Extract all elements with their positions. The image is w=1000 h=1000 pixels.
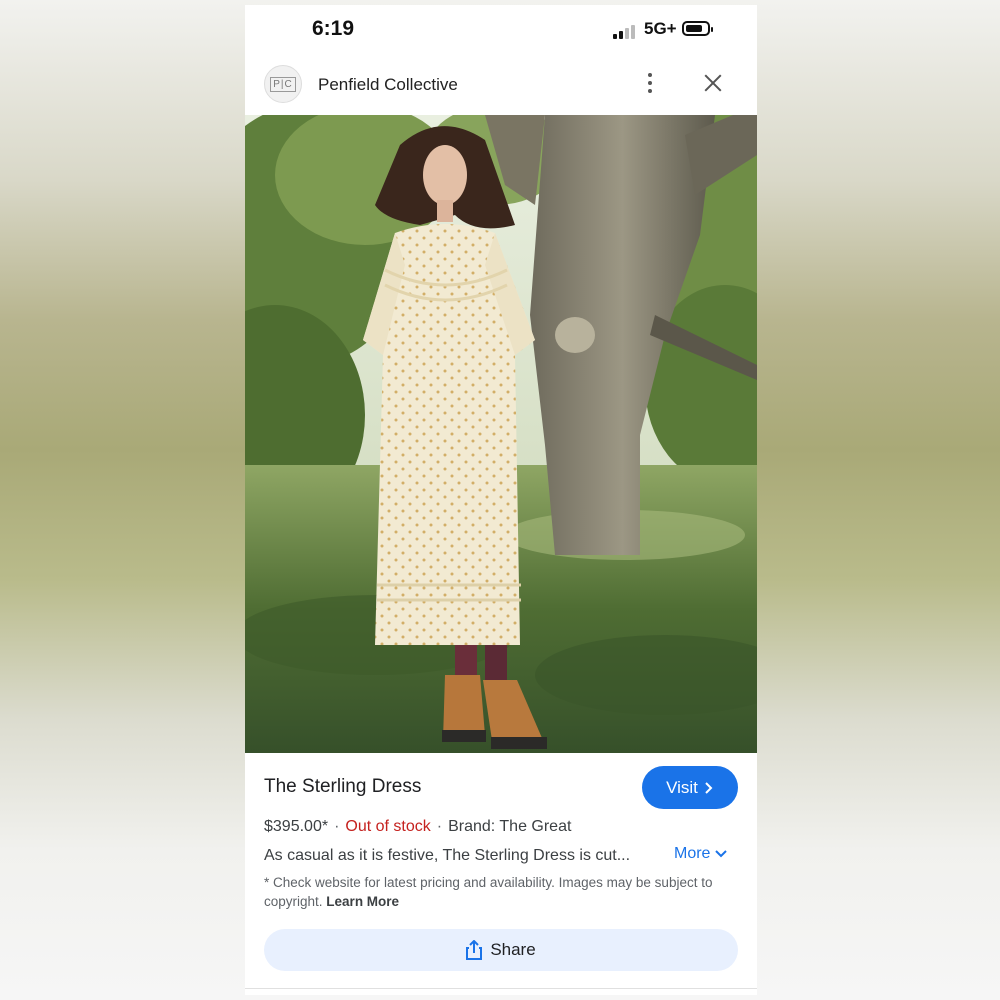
more-vert-icon[interactable] [643, 71, 657, 95]
stock-status: Out of stock [345, 818, 431, 835]
visit-button-label: Visit [666, 777, 698, 797]
site-logo[interactable]: P|C [264, 65, 302, 103]
background-blur-left [0, 0, 245, 1000]
more-label: More [674, 845, 711, 862]
share-button[interactable]: Share [264, 929, 738, 971]
learn-more-link[interactable]: Learn More [326, 894, 399, 909]
more-button[interactable]: More [674, 845, 728, 863]
share-icon [466, 940, 483, 960]
price: $395.00* [264, 818, 329, 835]
network-type: 5G+ [644, 19, 677, 38]
chevron-down-icon [715, 850, 728, 858]
product-description: As casual as it is festive, The Sterling… [264, 847, 631, 864]
background-blur-right [757, 0, 1000, 1000]
product-meta: $395.00* · Out of stock · Brand: The Great [264, 818, 572, 835]
site-logo-text: P|C [270, 76, 296, 92]
product-title[interactable]: The Sterling Dress [264, 776, 421, 798]
phone-screen: 6:19 5G+ P|C Penfield Collective The Ste… [245, 5, 757, 995]
disclaimer: * Check website for latest pricing and a… [264, 873, 744, 911]
brand: Brand: The Great [448, 818, 572, 835]
product-image[interactable] [245, 115, 757, 753]
status-time: 6:19 [312, 17, 355, 40]
site-name[interactable]: Penfield Collective [318, 75, 458, 95]
cellular-signal-icon [613, 24, 639, 39]
battery-icon [682, 21, 713, 36]
result-header: P|C Penfield Collective [245, 53, 757, 115]
visit-button[interactable]: Visit [642, 766, 738, 809]
status-bar: 6:19 5G+ [245, 5, 757, 53]
chevron-right-icon [705, 781, 713, 794]
close-icon[interactable] [701, 71, 725, 95]
share-label: Share [490, 940, 536, 959]
divider [245, 988, 757, 989]
